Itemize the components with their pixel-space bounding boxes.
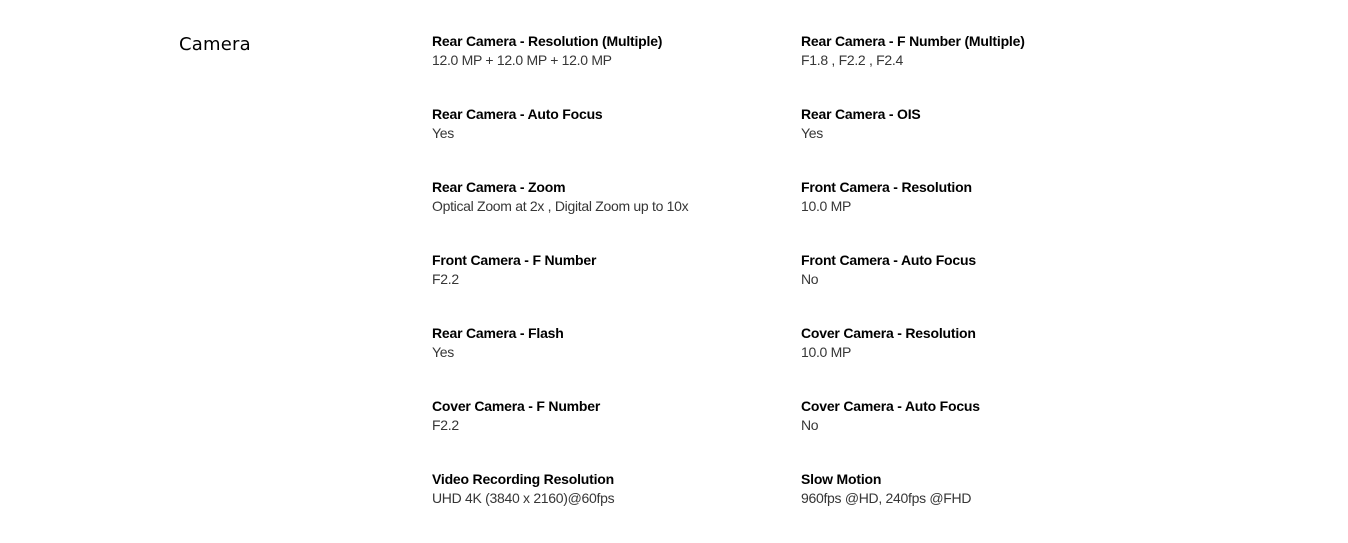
spec-label: Front Camera - Auto Focus bbox=[801, 252, 976, 268]
spec-label: Video Recording Resolution bbox=[432, 471, 615, 487]
spec-label: Rear Camera - Resolution (Multiple) bbox=[432, 33, 663, 49]
spec-item-slow-motion: Slow Motion 960fps @HD, 240fps @FHD bbox=[801, 470, 1170, 543]
spec-value: 12.0 MP + 12.0 MP + 12.0 MP bbox=[432, 52, 612, 68]
spec-label: Rear Camera - OIS bbox=[801, 106, 921, 122]
spec-value: Yes bbox=[432, 344, 454, 360]
spec-label: Cover Camera - F Number bbox=[432, 398, 601, 414]
spec-value: Optical Zoom at 2x , Digital Zoom up to … bbox=[432, 198, 689, 214]
spec-value: 10.0 MP bbox=[801, 344, 852, 360]
spec-value: UHD 4K (3840 x 2160)@60fps bbox=[432, 490, 615, 506]
spec-item-cover-camera-auto-focus: Cover Camera - Auto Focus No bbox=[801, 397, 1170, 470]
spec-item-cover-camera-f-number: Cover Camera - F Number F2.2 bbox=[432, 397, 801, 470]
spec-item-front-camera-resolution: Front Camera - Resolution 10.0 MP bbox=[801, 178, 1170, 251]
spec-label: Cover Camera - Resolution bbox=[801, 325, 976, 341]
spec-item-rear-camera-ois: Rear Camera - OIS Yes bbox=[801, 105, 1170, 178]
spec-item-rear-camera-zoom: Rear Camera - Zoom Optical Zoom at 2x , … bbox=[432, 178, 801, 251]
spec-item-cover-camera-resolution: Cover Camera - Resolution 10.0 MP bbox=[801, 324, 1170, 397]
spec-item-front-camera-auto-focus: Front Camera - Auto Focus No bbox=[801, 251, 1170, 324]
spec-value: No bbox=[801, 271, 819, 287]
spec-item-rear-camera-f-number: Rear Camera - F Number (Multiple) F1.8 ,… bbox=[801, 32, 1170, 105]
spec-item-video-recording-resolution: Video Recording Resolution UHD 4K (3840 … bbox=[432, 470, 801, 543]
spec-label: Front Camera - F Number bbox=[432, 252, 597, 268]
spec-value: No bbox=[801, 417, 819, 433]
spec-label: Cover Camera - Auto Focus bbox=[801, 398, 980, 414]
spec-label: Rear Camera - Zoom bbox=[432, 179, 566, 195]
spec-item-rear-camera-resolution: Rear Camera - Resolution (Multiple) 12.0… bbox=[432, 32, 801, 105]
spec-label: Rear Camera - Flash bbox=[432, 325, 564, 341]
spec-value: 960fps @HD, 240fps @FHD bbox=[801, 490, 972, 506]
spec-label: Rear Camera - Auto Focus bbox=[432, 106, 603, 122]
spec-grid: Rear Camera - Resolution (Multiple) 12.0… bbox=[432, 32, 1170, 543]
section-title: Camera bbox=[179, 34, 251, 55]
spec-value: 10.0 MP bbox=[801, 198, 852, 214]
spec-value: F2.2 bbox=[432, 271, 459, 287]
spec-item-rear-camera-auto-focus: Rear Camera - Auto Focus Yes bbox=[432, 105, 801, 178]
spec-value: Yes bbox=[432, 125, 454, 141]
spec-label: Rear Camera - F Number (Multiple) bbox=[801, 33, 1025, 49]
spec-value: F2.2 bbox=[432, 417, 459, 433]
spec-label: Front Camera - Resolution bbox=[801, 179, 972, 195]
spec-item-front-camera-f-number: Front Camera - F Number F2.2 bbox=[432, 251, 801, 324]
spec-value: F1.8 , F2.2 , F2.4 bbox=[801, 52, 903, 68]
spec-label: Slow Motion bbox=[801, 471, 882, 487]
spec-item-rear-camera-flash: Rear Camera - Flash Yes bbox=[432, 324, 801, 397]
spec-value: Yes bbox=[801, 125, 823, 141]
